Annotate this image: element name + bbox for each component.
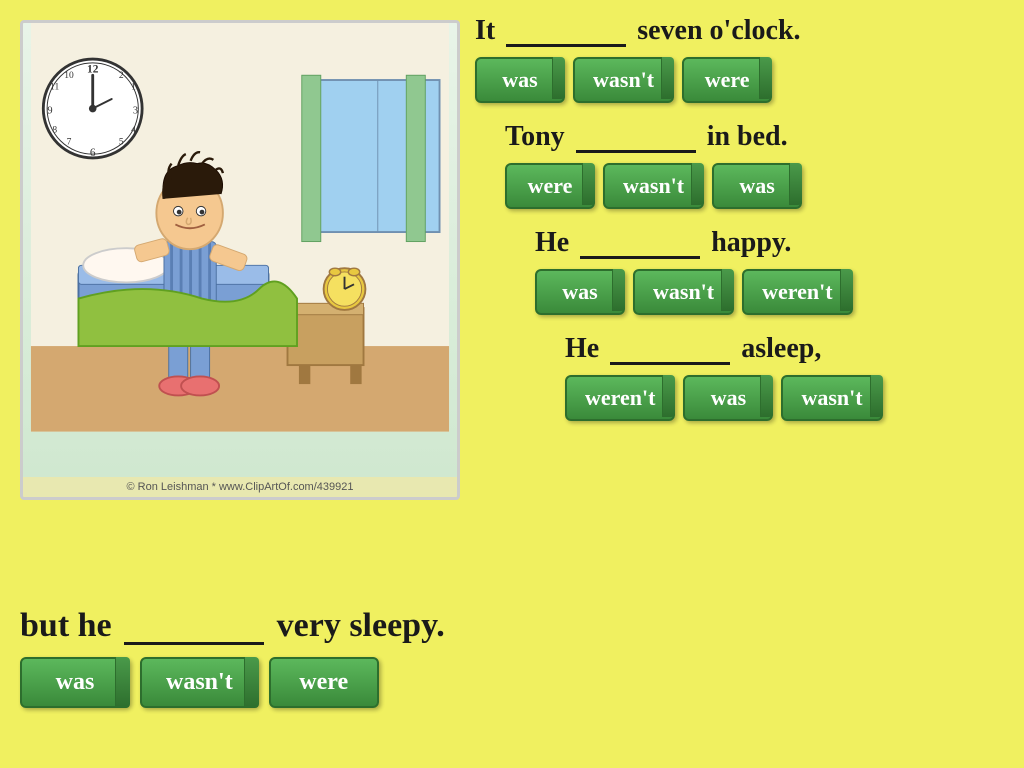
option-3-werent[interactable]: weren't — [742, 269, 852, 315]
sentence-group-3: He happy. was wasn't weren't — [535, 227, 1010, 315]
sentence-group-2: Tony in bed. were wasn't was — [505, 121, 1010, 209]
svg-text:5: 5 — [119, 138, 124, 148]
option-5-were[interactable]: were — [269, 657, 379, 708]
svg-text:1: 1 — [131, 83, 136, 93]
option-1-were[interactable]: were — [682, 57, 772, 103]
option-2-wasnt[interactable]: wasn't — [603, 163, 704, 209]
option-2-were[interactable]: were — [505, 163, 595, 209]
copyright-text: © Ron Leishman * www.ClipArtOf.com/43992… — [123, 477, 358, 497]
options-row-2: were wasn't was — [505, 163, 1010, 209]
option-4-werent[interactable]: weren't — [565, 375, 675, 421]
option-1-was[interactable]: was — [475, 57, 565, 103]
option-1-wasnt[interactable]: wasn't — [573, 57, 674, 103]
option-5-wasnt[interactable]: wasn't — [140, 657, 259, 708]
svg-text:11: 11 — [50, 83, 59, 93]
option-2-was[interactable]: was — [712, 163, 802, 209]
page: 12 3 6 9 2 1 10 11 4 5 7 8 — [0, 0, 1024, 768]
svg-text:4: 4 — [131, 125, 136, 135]
option-5-was[interactable]: was — [20, 657, 130, 708]
blank-1 — [506, 44, 626, 47]
svg-text:2: 2 — [119, 71, 124, 81]
blank-3 — [580, 256, 700, 259]
bottom-section: but he very sleepy. was wasn't were — [20, 607, 1004, 708]
bottom-sentence-text: but he very sleepy. — [20, 607, 1004, 645]
option-3-was[interactable]: was — [535, 269, 625, 315]
sentence-group-1: It seven o'clock. was wasn't were — [475, 15, 1010, 103]
svg-text:3: 3 — [133, 105, 138, 116]
svg-text:10: 10 — [64, 71, 74, 81]
cartoon-scene: 12 3 6 9 2 1 10 11 4 5 7 8 — [23, 23, 457, 477]
options-row-1: was wasn't were — [475, 57, 1010, 103]
svg-text:12: 12 — [87, 63, 99, 75]
bottom-options-row: was wasn't were — [20, 657, 1004, 708]
blank-4 — [610, 362, 730, 365]
options-row-4: weren't was wasn't — [565, 375, 1010, 421]
sentence-group-4: He asleep, weren't was wasn't — [565, 333, 1010, 421]
sentence-2-text: Tony in bed. — [505, 121, 1010, 153]
options-row-3: was wasn't weren't — [535, 269, 1010, 315]
svg-text:9: 9 — [47, 105, 52, 116]
sentence-1-text: It seven o'clock. — [475, 15, 1010, 47]
cartoon-image-area: 12 3 6 9 2 1 10 11 4 5 7 8 — [20, 20, 460, 500]
svg-text:6: 6 — [90, 147, 96, 159]
sentence-3-text: He happy. — [535, 227, 1010, 259]
option-4-wasnt[interactable]: wasn't — [781, 375, 882, 421]
blank-2 — [576, 150, 696, 153]
svg-text:8: 8 — [52, 125, 57, 135]
sentence-4-text: He asleep, — [565, 333, 1010, 365]
content-area: It seven o'clock. was wasn't were Tony i… — [475, 15, 1010, 439]
svg-text:7: 7 — [67, 138, 72, 148]
option-4-was[interactable]: was — [683, 375, 773, 421]
option-3-wasnt[interactable]: wasn't — [633, 269, 734, 315]
blank-5 — [124, 642, 264, 645]
